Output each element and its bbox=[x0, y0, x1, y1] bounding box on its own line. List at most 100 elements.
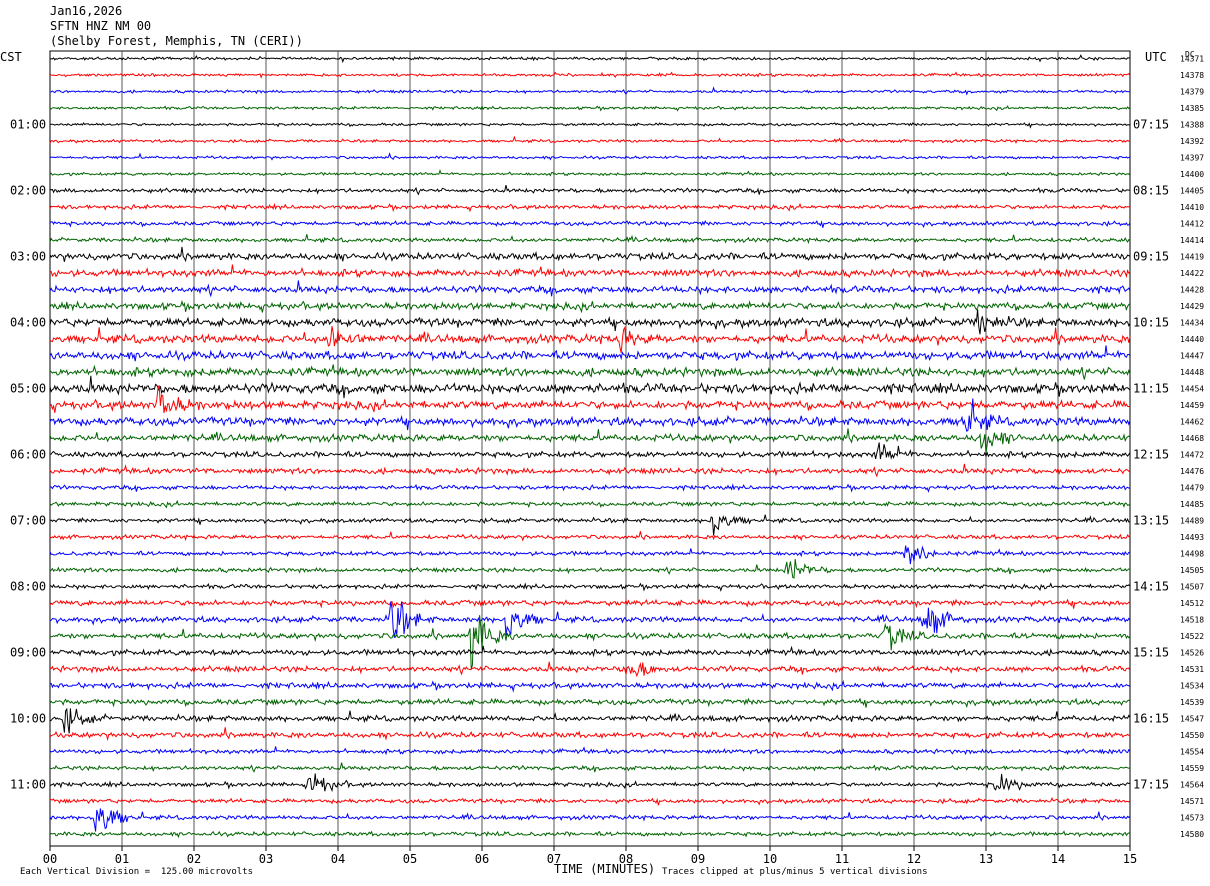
seismic-trace bbox=[49, 463, 1131, 478]
seismic-trace bbox=[49, 184, 1131, 196]
left-time-label: 08:00 bbox=[10, 580, 46, 594]
dc-offset-label: 14512 bbox=[1180, 599, 1204, 608]
x-tick-label: 00 bbox=[43, 852, 57, 866]
right-time-label: 14:15 bbox=[1133, 580, 1169, 594]
dc-offset-label: 14378 bbox=[1180, 71, 1204, 80]
helicorder-plot: 00 01 02 03 04 05 06 07 08 09 10 11 12 13 14 15CST UTC DC… bbox=[0, 50, 1204, 866]
x-axis-label: TIME (MINUTES) bbox=[554, 862, 656, 876]
dc-offset-label: 14505 bbox=[1180, 566, 1204, 575]
dc-offset-label: 14493 bbox=[1180, 533, 1204, 542]
dc-offset-label: 14559 bbox=[1180, 764, 1204, 773]
seismic-trace bbox=[49, 309, 1131, 335]
x-tick-label: 13 bbox=[979, 852, 993, 866]
dc-offset-label: 14489 bbox=[1180, 517, 1204, 526]
dc-offset-label: 14547 bbox=[1180, 715, 1204, 724]
dc-offset-label: 14459 bbox=[1180, 401, 1204, 410]
seismic-trace bbox=[49, 202, 1131, 213]
dc-offset-label: 14554 bbox=[1180, 748, 1204, 757]
seismic-trace bbox=[49, 105, 1131, 112]
seismic-trace bbox=[49, 220, 1131, 228]
x-tick-label: 01 bbox=[115, 852, 129, 866]
seismic-trace bbox=[49, 559, 1131, 579]
dc-offset-label: 14414 bbox=[1180, 236, 1204, 245]
dc-offset-label: 14539 bbox=[1180, 698, 1204, 707]
seismic-trace bbox=[49, 121, 1131, 129]
dc-offset-label: 14428 bbox=[1180, 286, 1204, 295]
dc-offset-label: 14440 bbox=[1180, 335, 1204, 344]
right-timezone-label: UTC bbox=[1145, 50, 1167, 64]
seismic-trace bbox=[49, 545, 1131, 565]
left-time-label: 03:00 bbox=[10, 250, 46, 264]
seismic-trace bbox=[49, 280, 1131, 298]
dc-offset-label: 14388 bbox=[1180, 121, 1204, 130]
x-tick-label: 03 bbox=[259, 852, 273, 866]
x-tick-label: 10 bbox=[763, 852, 777, 866]
seismic-trace bbox=[49, 762, 1131, 773]
seismic-trace bbox=[49, 707, 1131, 734]
seismic-trace bbox=[49, 364, 1131, 380]
left-time-label: 02:00 bbox=[10, 184, 46, 198]
seismic-trace bbox=[49, 345, 1131, 362]
right-time-label: 16:15 bbox=[1133, 712, 1169, 726]
left-time-label: 07:00 bbox=[10, 514, 46, 528]
seismic-trace bbox=[49, 582, 1131, 592]
dc-offset-label: 14564 bbox=[1180, 781, 1204, 790]
dc-offset-label: 14434 bbox=[1180, 319, 1204, 328]
dc-offset-label: 14526 bbox=[1180, 649, 1204, 658]
dc-offset-label: 14419 bbox=[1180, 253, 1204, 262]
dc-offset-label: 14550 bbox=[1180, 731, 1204, 740]
dc-offset-label: 14485 bbox=[1180, 500, 1204, 509]
right-time-label: 17:15 bbox=[1133, 778, 1169, 792]
dc-offset-label: 14472 bbox=[1180, 451, 1204, 460]
dc-offset-label: 14400 bbox=[1180, 170, 1204, 179]
dc-offset-label: 14531 bbox=[1180, 665, 1204, 674]
dc-offset-label: 14580 bbox=[1180, 830, 1204, 839]
right-time-label: 09:15 bbox=[1133, 250, 1169, 264]
dc-offset-label: 14507 bbox=[1180, 583, 1204, 592]
right-time-label: 07:15 bbox=[1133, 118, 1169, 132]
dc-offset-label: 14405 bbox=[1180, 187, 1204, 196]
right-time-label: 10:15 bbox=[1133, 316, 1169, 330]
seismic-trace bbox=[49, 234, 1131, 245]
right-time-label: 15:15 bbox=[1133, 646, 1169, 660]
dc-offset-label: 14534 bbox=[1180, 682, 1204, 691]
right-time-label: 11:15 bbox=[1133, 382, 1169, 396]
vertical-division-note: Each Vertical Division = 125.00 microvol… bbox=[20, 867, 253, 877]
dc-offset-label: 14447 bbox=[1180, 352, 1204, 361]
left-timezone-label: CST bbox=[0, 50, 22, 64]
seismic-trace bbox=[49, 679, 1131, 693]
seismic-trace bbox=[49, 86, 1131, 96]
right-time-label: 08:15 bbox=[1133, 184, 1169, 198]
dc-offset-label: 14397 bbox=[1180, 154, 1204, 163]
left-time-label: 05:00 bbox=[10, 382, 46, 396]
x-tick-label: 11 bbox=[835, 852, 849, 866]
dc-offset-label: 14573 bbox=[1180, 814, 1204, 823]
x-tick-label: 06 bbox=[475, 852, 489, 866]
seismic-trace bbox=[49, 499, 1131, 509]
seismic-trace bbox=[49, 514, 1131, 536]
dc-offset-label: 14571 bbox=[1180, 797, 1204, 806]
seismic-trace bbox=[49, 773, 1131, 793]
seismic-trace bbox=[49, 442, 1131, 460]
x-tick-label: 09 bbox=[691, 852, 705, 866]
x-tick-label: 04 bbox=[331, 852, 345, 866]
dc-offset-label: 14476 bbox=[1180, 467, 1204, 476]
plot-frame bbox=[49, 50, 1131, 847]
dc-offset-label: 14371 bbox=[1180, 55, 1204, 64]
seismic-trace bbox=[49, 428, 1131, 454]
seismic-trace bbox=[49, 71, 1131, 79]
x-tick-label: 15 bbox=[1123, 852, 1137, 866]
dc-offset-label: 14379 bbox=[1180, 88, 1204, 97]
dc-offset-label: 14385 bbox=[1180, 104, 1204, 113]
x-tick-label: 12 bbox=[907, 852, 921, 866]
x-tick-label: 02 bbox=[187, 852, 201, 866]
dc-offset-label: 14412 bbox=[1180, 220, 1204, 229]
seismic-trace bbox=[49, 598, 1131, 609]
seismic-trace bbox=[49, 661, 1131, 678]
dc-offset-label: 14468 bbox=[1180, 434, 1204, 443]
seismic-trace bbox=[49, 152, 1131, 161]
seismic-trace bbox=[49, 169, 1131, 177]
dc-offset-label: 14422 bbox=[1180, 269, 1204, 278]
left-time-label: 01:00 bbox=[10, 118, 46, 132]
dc-offset-label: 14392 bbox=[1180, 137, 1204, 146]
